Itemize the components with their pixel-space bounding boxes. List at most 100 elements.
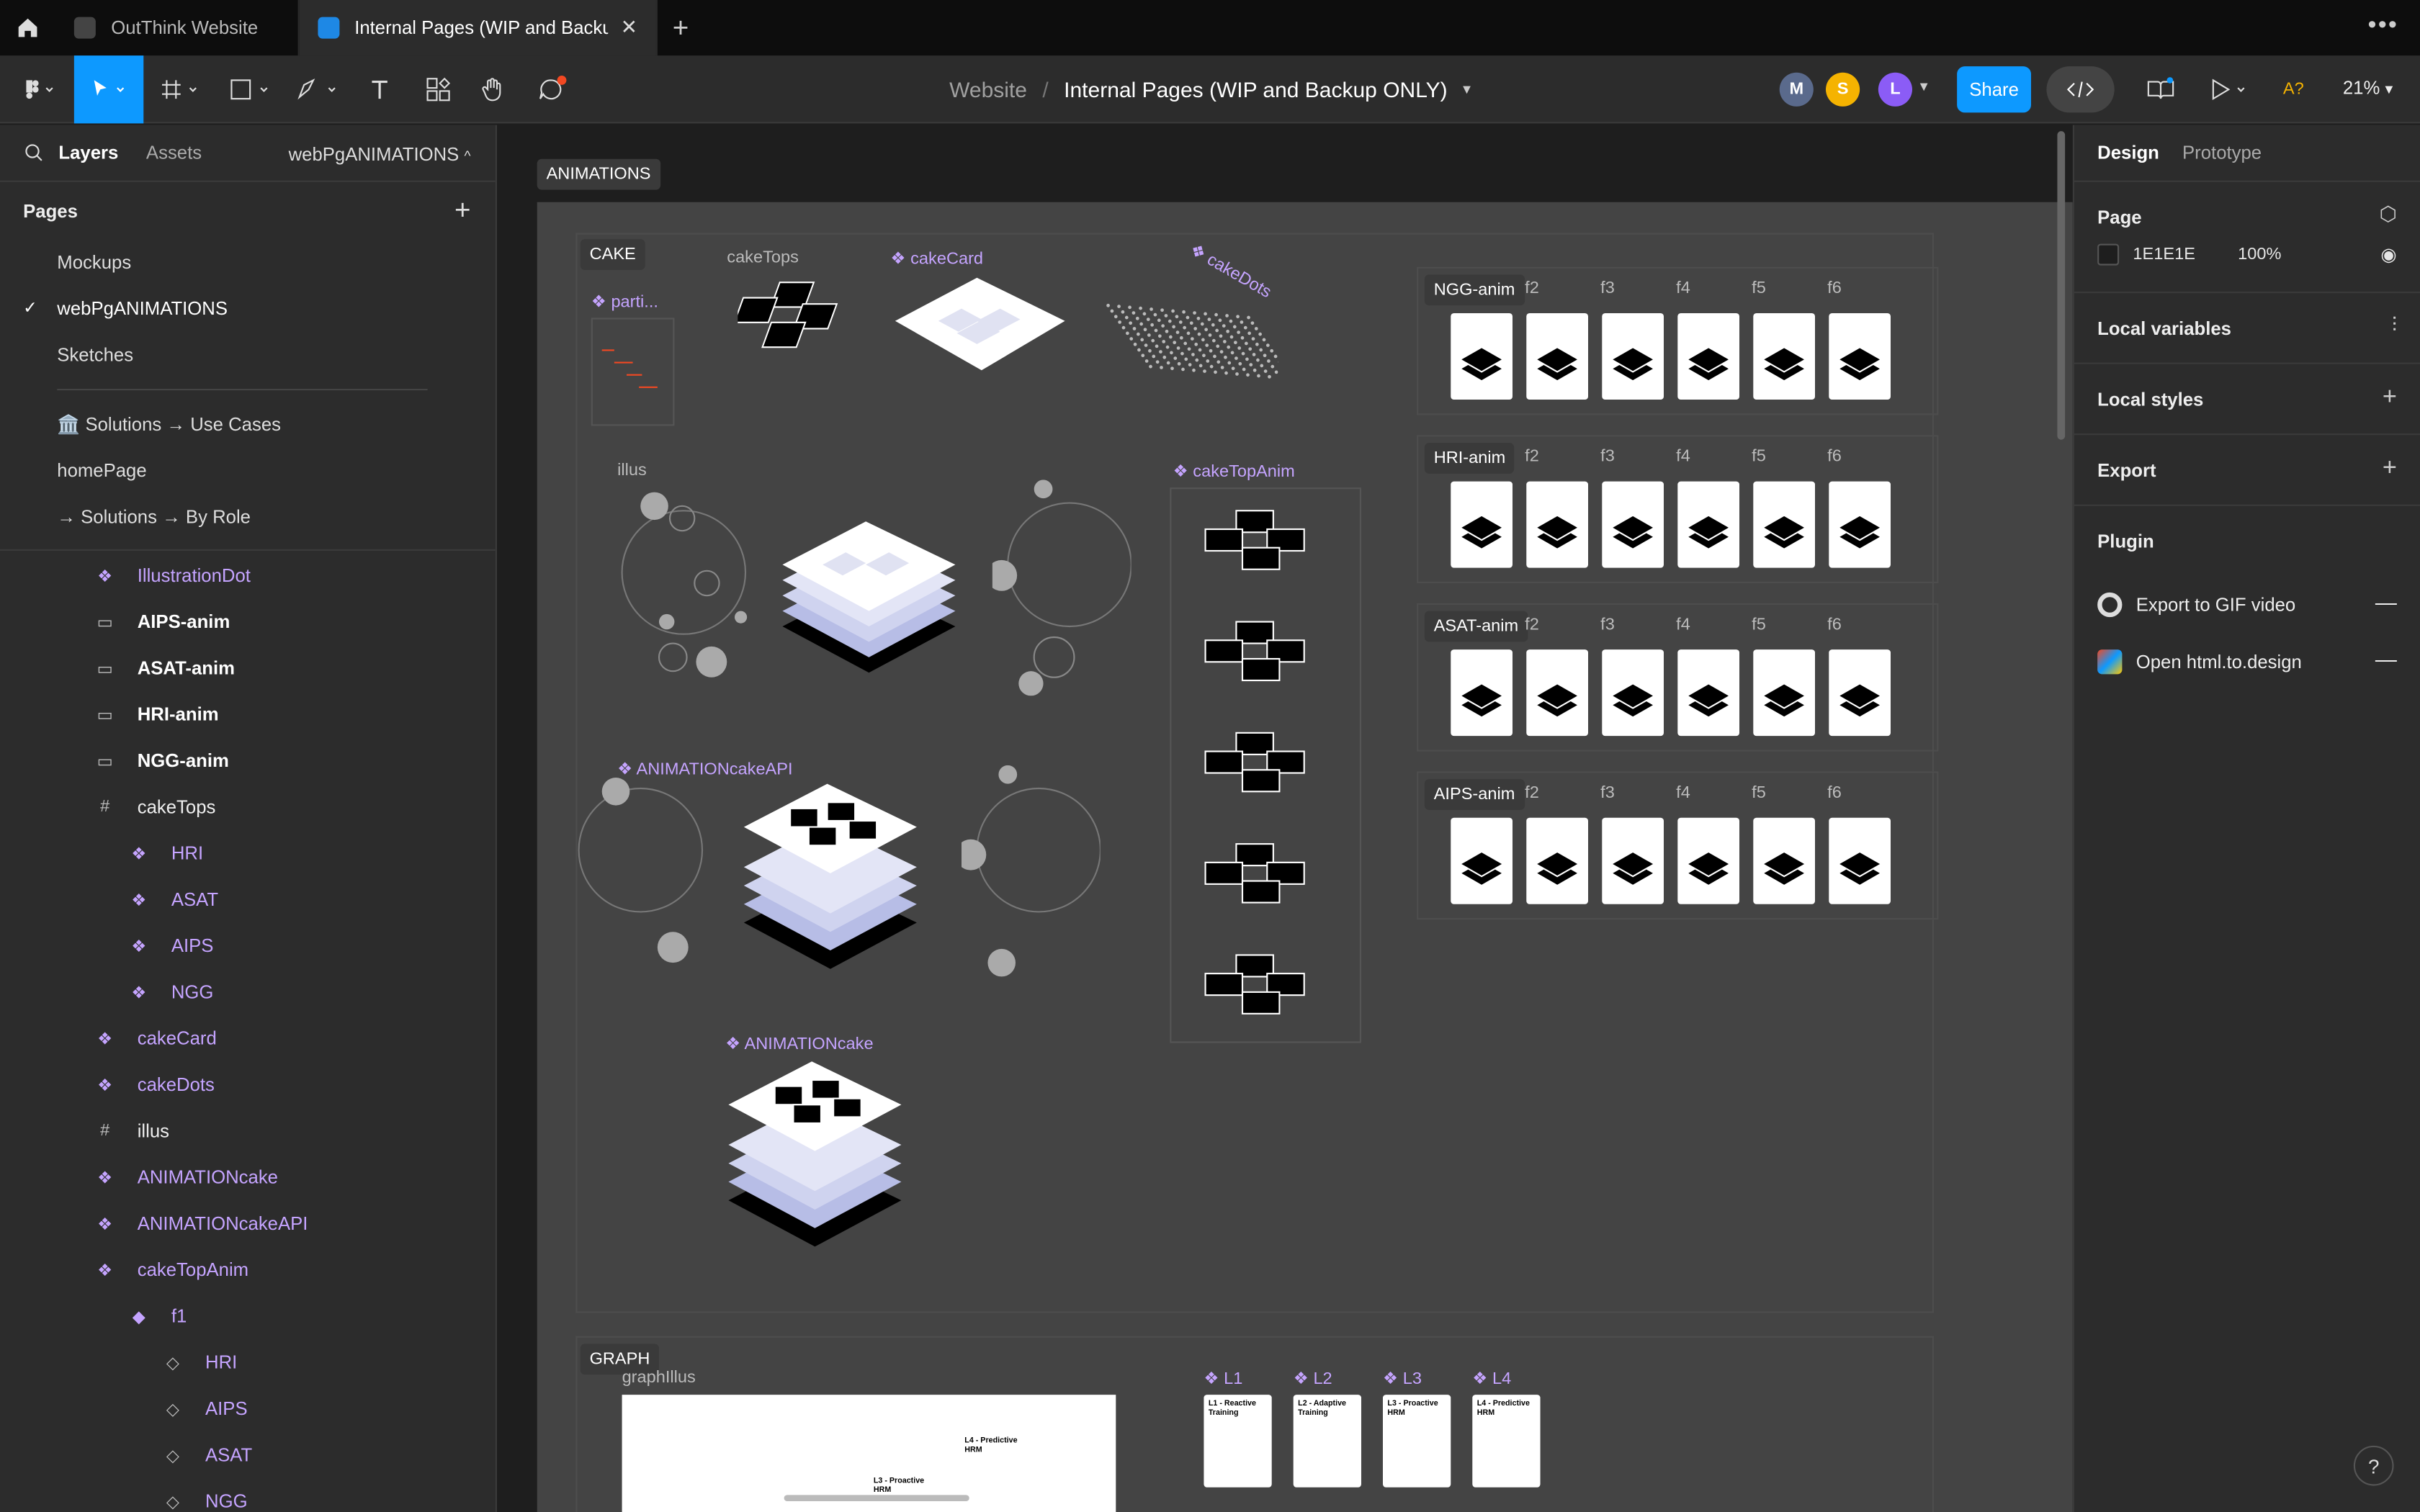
page-opacity-value[interactable]: 100% (2238, 246, 2281, 264)
anim-frame-card[interactable] (1677, 313, 1739, 400)
label-animationcake[interactable]: ❖ ANIMATIONcake (725, 1034, 873, 1054)
icon-cluster-left-api[interactable] (575, 773, 714, 974)
level-card[interactable]: L1 - Reactive Training (1204, 1395, 1272, 1488)
plugin-item[interactable]: Export to GIF video — (2097, 575, 2397, 632)
color-swatch[interactable] (2097, 243, 2120, 266)
layer-item[interactable]: ▭ ASAT-anim (0, 645, 496, 691)
anim-frame-card[interactable] (1677, 817, 1739, 904)
anim-frame-card[interactable] (1451, 313, 1512, 400)
frame-label[interactable]: f5 (1752, 447, 1766, 466)
frame-label[interactable]: f6 (1827, 616, 1842, 634)
anim-row-label[interactable]: NGG-anim (1424, 274, 1525, 306)
avatar[interactable]: S (1826, 72, 1860, 107)
label-parti[interactable]: ❖ parti... (591, 292, 658, 312)
page-item[interactable]: → Solutions → By Role (0, 494, 496, 540)
animation-cake-stack-illustration[interactable] (776, 518, 962, 703)
anim-frame-card[interactable] (1829, 817, 1891, 904)
layer-item[interactable]: ❖ NGG (0, 969, 496, 1015)
anim-frame-card[interactable] (1829, 481, 1891, 568)
add-style-icon[interactable]: + (2383, 384, 2397, 413)
graph-scrollbar[interactable] (784, 1495, 969, 1501)
icon-cluster-right-api[interactable] (962, 765, 1101, 981)
search-icon[interactable] (24, 143, 43, 162)
layer-item[interactable]: ❖ IllustrationDot (0, 552, 496, 598)
add-page-icon[interactable]: + (454, 194, 471, 227)
animations-frame[interactable]: CAKE cakeTops ❖ cakeCard ❖ cakeDots ❖ pa… (537, 202, 2073, 1512)
level-label[interactable]: ❖ L4 (1472, 1369, 1511, 1389)
canvas[interactable]: ANIMATIONS CAKE cakeTops ❖ cakeCard ❖ ca… (498, 125, 2073, 1512)
anim-frame-card[interactable] (1677, 649, 1739, 737)
cakedots-illustration[interactable] (1093, 271, 1278, 379)
frame-label[interactable]: f2 (1525, 447, 1539, 466)
page-item[interactable]: ✓ webPgANIMATIONS (0, 285, 496, 331)
layer-item[interactable]: ❖ AIPS (0, 922, 496, 968)
frame-label[interactable]: f5 (1752, 279, 1766, 298)
anim-frame-card[interactable] (1526, 481, 1588, 568)
animation-cake-illustration[interactable] (722, 1058, 908, 1259)
animation-cake-api-illustration[interactable] (738, 780, 923, 996)
particle-frame[interactable] (591, 318, 675, 426)
anim-frame-card[interactable] (1753, 817, 1815, 904)
icon-cluster-right[interactable] (992, 480, 1131, 696)
page-fill-row[interactable]: 1E1E1E 100% ◉ (2097, 239, 2397, 270)
level-card[interactable]: L3 - Proactive HRM (1383, 1395, 1451, 1488)
page-color-value[interactable]: 1E1E1E (2133, 246, 2238, 264)
ai-badge[interactable]: A? (2278, 55, 2309, 123)
label-caketops[interactable]: cakeTops (727, 248, 799, 267)
frame-label[interactable]: f2 (1525, 279, 1539, 298)
layer-item[interactable]: ▭ AIPS-anim (0, 598, 496, 644)
anim-frame-card[interactable] (1602, 481, 1664, 568)
frame-label[interactable]: f4 (1676, 279, 1690, 298)
label-cakecard[interactable]: ❖ cakeCard (890, 248, 983, 269)
frame-label[interactable]: f3 (1600, 784, 1615, 803)
layer-item[interactable]: ❖ cakeDots (0, 1061, 496, 1107)
chevron-down-icon[interactable]: ▾ (1920, 78, 1928, 96)
avatar[interactable]: L (1878, 72, 1912, 107)
layer-item[interactable]: ❖ ANIMATIONcake (0, 1154, 496, 1200)
page-item[interactable]: 🏛️ Solutions → Use Cases (0, 401, 496, 447)
anim-frame-card[interactable] (1829, 313, 1891, 400)
help-button[interactable]: ? (2353, 1445, 2394, 1486)
frame-label[interactable]: f6 (1827, 784, 1842, 803)
anim-frame-card[interactable] (1602, 313, 1664, 400)
close-tab-icon[interactable]: ✕ (621, 15, 637, 40)
layer-item[interactable]: ❖ cakeTopAnim (0, 1246, 496, 1292)
page-item[interactable]: Mockups (0, 239, 496, 285)
tab-prototype[interactable]: Prototype (2182, 142, 2262, 163)
tab-layers[interactable]: Layers (58, 142, 118, 163)
label-illus[interactable]: illus (617, 462, 647, 480)
anim-frame-card[interactable] (1451, 649, 1512, 737)
anim-frame-card[interactable] (1451, 481, 1512, 568)
zoom-level[interactable]: 21% ▾ (2343, 77, 2393, 99)
layer-item[interactable]: ❖ ANIMATIONcakeAPI (0, 1200, 496, 1246)
icon-cluster-left[interactable] (614, 487, 753, 688)
level-label[interactable]: ❖ L3 (1383, 1369, 1422, 1389)
avatar[interactable]: M (1779, 72, 1814, 107)
frame-label[interactable]: f6 (1827, 279, 1842, 298)
layer-item[interactable]: ◇ NGG (0, 1478, 496, 1512)
eye-icon[interactable]: ◉ (2380, 244, 2396, 266)
frame-label[interactable]: f5 (1752, 616, 1766, 634)
local-variables-section[interactable]: Local variables ⫶ (2074, 292, 2420, 363)
layer-item[interactable]: ▭ NGG-anim (0, 737, 496, 783)
anim-frame-card[interactable] (1677, 481, 1739, 568)
frame-label[interactable]: f2 (1525, 616, 1539, 634)
section-label-cake[interactable]: CAKE (580, 239, 645, 270)
anim-frame-card[interactable] (1829, 649, 1891, 737)
minus-icon[interactable]: — (2375, 590, 2397, 614)
anim-frame-card[interactable] (1753, 313, 1815, 400)
label-graphillus[interactable]: graphIllus (622, 1369, 696, 1387)
layer-item[interactable]: ❖ HRI (0, 830, 496, 876)
frame-label[interactable]: f4 (1676, 447, 1690, 466)
anim-row-label[interactable]: AIPS-anim (1424, 779, 1525, 810)
anim-frame-card[interactable] (1753, 649, 1815, 737)
frame-label[interactable]: f3 (1600, 616, 1615, 634)
export-section[interactable]: Export + (2074, 433, 2420, 505)
anim-row-label[interactable]: ASAT-anim (1424, 611, 1528, 642)
layer-item[interactable]: ▭ HRI-anim (0, 691, 496, 737)
project-name[interactable]: Website (949, 77, 1027, 102)
level-card[interactable]: L4 - Predictive HRM (1472, 1395, 1541, 1488)
anim-frame-card[interactable] (1602, 649, 1664, 737)
sliders-icon[interactable]: ⫶ (2392, 313, 2397, 338)
share-button[interactable]: Share (1957, 66, 2031, 113)
